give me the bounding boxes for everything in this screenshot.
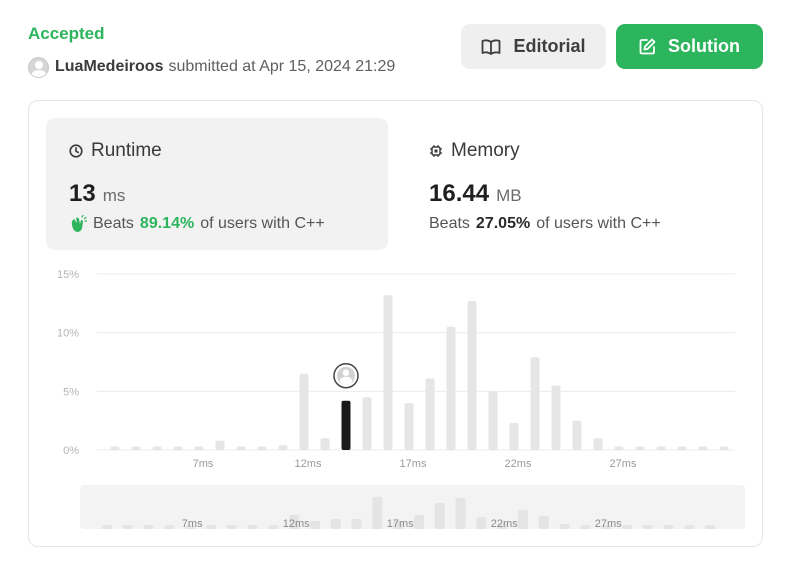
overview-tick-label: 22ms — [491, 518, 518, 530]
bar[interactable] — [488, 391, 498, 450]
username-link[interactable]: LuaMedeiroos — [55, 58, 163, 76]
submission-info: LuaMedeiroos submitted at Apr 15, 2024 2… — [28, 56, 395, 78]
overview-bar — [434, 503, 445, 529]
overview-bar — [705, 525, 716, 529]
result-card: Runtime 13 ms Beats 89.14% of users with… — [28, 100, 763, 547]
overview-bar — [663, 525, 674, 529]
solution-button[interactable]: Solution — [616, 24, 763, 69]
bar[interactable] — [257, 446, 267, 450]
overview-bar — [455, 498, 466, 529]
submitted-at-text: submitted at Apr 15, 2024 21:29 — [168, 58, 396, 75]
overview-tick-label: 12ms — [283, 518, 310, 530]
overview-bar — [164, 525, 175, 529]
overview-bar — [622, 525, 632, 529]
y-tick-label: 10% — [57, 328, 79, 340]
solution-label: Solution — [668, 36, 740, 56]
bar[interactable] — [530, 357, 540, 450]
y-tick-label: 5% — [63, 386, 79, 398]
editorial-button[interactable]: Editorial — [461, 24, 606, 69]
overview-bar — [642, 525, 653, 529]
bar[interactable] — [362, 397, 372, 450]
bar[interactable] — [236, 446, 246, 450]
bar[interactable] — [698, 446, 708, 450]
bar[interactable] — [383, 295, 393, 450]
bar[interactable] — [446, 326, 456, 450]
bar[interactable] — [152, 446, 162, 450]
avatar[interactable] — [28, 56, 49, 78]
y-tick-label: 15% — [57, 269, 79, 281]
overview-bar — [559, 524, 570, 529]
overview-bar — [143, 525, 154, 529]
bar[interactable] — [404, 403, 414, 450]
x-tick-label: 17ms — [400, 458, 427, 470]
bar[interactable] — [572, 420, 582, 450]
bar[interactable] — [656, 446, 666, 450]
bar[interactable] — [320, 438, 330, 450]
overview-bar — [372, 497, 383, 529]
overview-bar — [226, 525, 237, 529]
bar[interactable] — [110, 446, 120, 450]
overview-bar — [247, 525, 258, 529]
book-icon — [482, 38, 501, 55]
bar[interactable] — [551, 385, 561, 450]
overview-bar — [580, 525, 591, 529]
bar[interactable] — [509, 423, 519, 450]
bar[interactable] — [425, 378, 435, 450]
overview-bar — [476, 517, 487, 529]
bar[interactable] — [593, 438, 603, 450]
edit-icon — [639, 38, 656, 55]
bar[interactable] — [173, 446, 183, 450]
bar[interactable] — [719, 446, 729, 450]
x-tick-label: 22ms — [505, 458, 532, 470]
bar[interactable] — [635, 446, 645, 450]
user-marker-head — [342, 369, 350, 376]
x-tick-label: 7ms — [193, 458, 214, 470]
bar[interactable] — [278, 445, 288, 450]
overview-tick-label: 7ms — [182, 518, 203, 530]
overview-bar — [268, 525, 279, 529]
bar[interactable] — [194, 446, 204, 450]
overview-tick-label: 27ms — [595, 518, 622, 530]
bar[interactable] — [614, 446, 624, 450]
overview-bar — [684, 525, 695, 529]
overview-bar — [102, 525, 112, 529]
overview-bar — [122, 525, 133, 529]
x-tick-label: 27ms — [610, 458, 637, 470]
status-label: Accepted — [28, 24, 105, 43]
bar[interactable] — [677, 446, 687, 450]
overview-bar — [538, 516, 549, 529]
user-marker-body — [340, 376, 352, 385]
bar[interactable] — [215, 440, 225, 450]
overview-bar — [414, 515, 424, 529]
overview-bar — [330, 519, 341, 529]
editorial-label: Editorial — [513, 36, 586, 56]
overview-tick-label: 17ms — [387, 518, 414, 530]
y-tick-label: 0% — [63, 445, 79, 457]
bar-highlighted[interactable] — [341, 400, 351, 450]
x-tick-label: 12ms — [295, 458, 322, 470]
overview-bar — [206, 525, 216, 529]
overview-bar — [518, 510, 528, 529]
bar[interactable] — [131, 446, 141, 450]
overview-bar — [310, 521, 320, 529]
bar[interactable] — [467, 300, 477, 450]
runtime-distribution-chart[interactable]: 0% 5% 10% 15% 7ms 12ms 17ms 22ms 27ms 7ms 12ms 17ms… — [29, 101, 764, 548]
overview-bar — [351, 519, 362, 529]
bar[interactable] — [299, 373, 309, 450]
